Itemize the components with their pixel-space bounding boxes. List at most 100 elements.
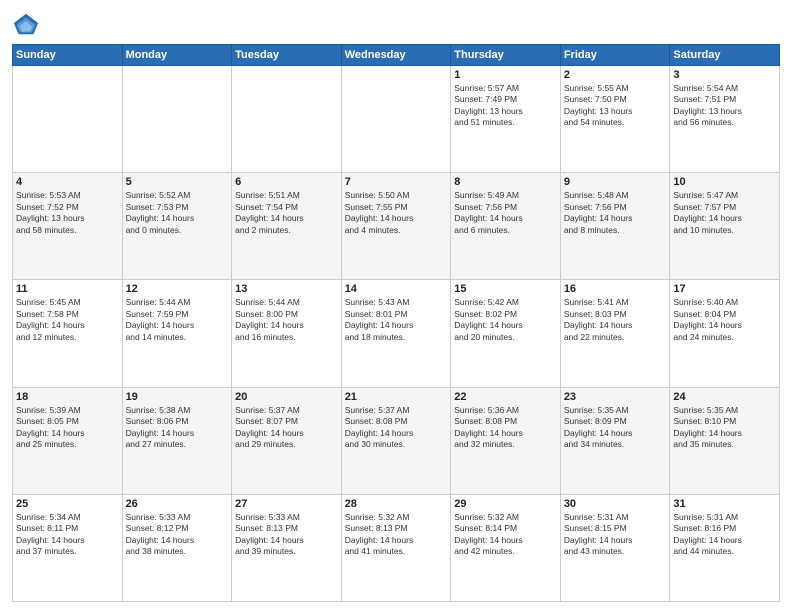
weekday-header-thursday: Thursday	[451, 45, 561, 66]
day-info: Sunrise: 5:42 AM Sunset: 8:02 PM Dayligh…	[454, 297, 557, 343]
day-number: 25	[16, 498, 119, 510]
day-number: 28	[345, 498, 448, 510]
day-number: 20	[235, 391, 338, 403]
day-info: Sunrise: 5:32 AM Sunset: 8:14 PM Dayligh…	[454, 512, 557, 558]
calendar-cell: 5 Sunrise: 5:52 AM Sunset: 7:53 PM Daylig…	[122, 173, 232, 280]
day-info: Sunrise: 5:45 AM Sunset: 7:58 PM Dayligh…	[16, 297, 119, 343]
calendar-cell: 15 Sunrise: 5:42 AM Sunset: 8:02 PM Dayli…	[451, 280, 561, 387]
calendar-cell: 3 Sunrise: 5:54 AM Sunset: 7:51 PM Daylig…	[670, 66, 780, 173]
day-number: 11	[16, 283, 119, 295]
calendar-cell	[341, 66, 451, 173]
day-number: 22	[454, 391, 557, 403]
calendar-cell: 26 Sunrise: 5:33 AM Sunset: 8:12 PM Dayli…	[122, 494, 232, 601]
day-info: Sunrise: 5:53 AM Sunset: 7:52 PM Dayligh…	[16, 190, 119, 236]
day-info: Sunrise: 5:57 AM Sunset: 7:49 PM Dayligh…	[454, 83, 557, 129]
logo-icon	[12, 10, 40, 38]
calendar-cell	[13, 66, 123, 173]
day-info: Sunrise: 5:54 AM Sunset: 7:51 PM Dayligh…	[673, 83, 776, 129]
day-info: Sunrise: 5:51 AM Sunset: 7:54 PM Dayligh…	[235, 190, 338, 236]
day-info: Sunrise: 5:35 AM Sunset: 8:10 PM Dayligh…	[673, 405, 776, 451]
weekday-header-wednesday: Wednesday	[341, 45, 451, 66]
calendar-cell: 28 Sunrise: 5:32 AM Sunset: 8:13 PM Dayli…	[341, 494, 451, 601]
day-number: 30	[564, 498, 667, 510]
day-info: Sunrise: 5:33 AM Sunset: 8:13 PM Dayligh…	[235, 512, 338, 558]
day-info: Sunrise: 5:50 AM Sunset: 7:55 PM Dayligh…	[345, 190, 448, 236]
weekday-header-monday: Monday	[122, 45, 232, 66]
day-info: Sunrise: 5:55 AM Sunset: 7:50 PM Dayligh…	[564, 83, 667, 129]
day-number: 7	[345, 176, 448, 188]
calendar-cell: 10Sunrise: 5:47 AM Sunset: 7:57 PM Dayli…	[670, 173, 780, 280]
calendar-cell: 2 Sunrise: 5:55 AM Sunset: 7:50 PM Daylig…	[560, 66, 670, 173]
calendar-row-3: 11 Sunrise: 5:45 AM Sunset: 7:58 PM Dayli…	[13, 280, 780, 387]
calendar-cell: 18 Sunrise: 5:39 AM Sunset: 8:05 PM Dayli…	[13, 387, 123, 494]
day-info: Sunrise: 5:39 AM Sunset: 8:05 PM Dayligh…	[16, 405, 119, 451]
day-info: Sunrise: 5:44 AM Sunset: 8:00 PM Dayligh…	[235, 297, 338, 343]
day-number: 19	[126, 391, 229, 403]
day-info: Sunrise: 5:35 AM Sunset: 8:09 PM Dayligh…	[564, 405, 667, 451]
calendar-cell	[232, 66, 342, 173]
calendar-cell: 13 Sunrise: 5:44 AM Sunset: 8:00 PM Dayli…	[232, 280, 342, 387]
calendar-cell: 7 Sunrise: 5:50 AM Sunset: 7:55 PM Daylig…	[341, 173, 451, 280]
weekday-header-saturday: Saturday	[670, 45, 780, 66]
day-number: 12	[126, 283, 229, 295]
day-number: 2	[564, 69, 667, 81]
calendar-cell: 25 Sunrise: 5:34 AM Sunset: 8:11 PM Dayli…	[13, 494, 123, 601]
day-number: 9	[564, 176, 667, 188]
day-number: 14	[345, 283, 448, 295]
day-number: 26	[126, 498, 229, 510]
day-number: 10	[673, 176, 776, 188]
day-info: Sunrise: 5:34 AM Sunset: 8:11 PM Dayligh…	[16, 512, 119, 558]
calendar-cell: 14 Sunrise: 5:43 AM Sunset: 8:01 PM Dayli…	[341, 280, 451, 387]
calendar-cell: 9 Sunrise: 5:48 AM Sunset: 7:56 PM Daylig…	[560, 173, 670, 280]
calendar-cell: 27 Sunrise: 5:33 AM Sunset: 8:13 PM Dayli…	[232, 494, 342, 601]
day-info: Sunrise: 5:40 AM Sunset: 8:04 PM Dayligh…	[673, 297, 776, 343]
day-number: 21	[345, 391, 448, 403]
calendar-cell: 29Sunrise: 5:32 AM Sunset: 8:14 PM Dayli…	[451, 494, 561, 601]
weekday-header-tuesday: Tuesday	[232, 45, 342, 66]
calendar-cell: 1 Sunrise: 5:57 AM Sunset: 7:49 PM Daylig…	[451, 66, 561, 173]
calendar-cell: 22 Sunrise: 5:36 AM Sunset: 8:08 PM Dayli…	[451, 387, 561, 494]
day-info: Sunrise: 5:48 AM Sunset: 7:56 PM Dayligh…	[564, 190, 667, 236]
weekday-header-row: SundayMondayTuesdayWednesdayThursdayFrid…	[13, 45, 780, 66]
calendar-cell: 12Sunrise: 5:44 AM Sunset: 7:59 PM Dayli…	[122, 280, 232, 387]
day-number: 5	[126, 176, 229, 188]
day-number: 6	[235, 176, 338, 188]
day-number: 15	[454, 283, 557, 295]
day-number: 24	[673, 391, 776, 403]
day-info: Sunrise: 5:32 AM Sunset: 8:13 PM Dayligh…	[345, 512, 448, 558]
calendar-cell: 20 Sunrise: 5:37 AM Sunset: 8:07 PM Dayli…	[232, 387, 342, 494]
calendar-cell: 24 Sunrise: 5:35 AM Sunset: 8:10 PM Dayli…	[670, 387, 780, 494]
day-number: 3	[673, 69, 776, 81]
weekday-header-sunday: Sunday	[13, 45, 123, 66]
day-number: 8	[454, 176, 557, 188]
day-info: Sunrise: 5:31 AM Sunset: 8:16 PM Dayligh…	[673, 512, 776, 558]
calendar-cell: 31Sunrise: 5:31 AM Sunset: 8:16 PM Dayli…	[670, 494, 780, 601]
day-info: Sunrise: 5:49 AM Sunset: 7:56 PM Dayligh…	[454, 190, 557, 236]
day-info: Sunrise: 5:37 AM Sunset: 8:07 PM Dayligh…	[235, 405, 338, 451]
day-number: 1	[454, 69, 557, 81]
calendar-cell: 23 Sunrise: 5:35 AM Sunset: 8:09 PM Dayli…	[560, 387, 670, 494]
day-info: Sunrise: 5:37 AM Sunset: 8:08 PM Dayligh…	[345, 405, 448, 451]
day-info: Sunrise: 5:36 AM Sunset: 8:08 PM Dayligh…	[454, 405, 557, 451]
calendar-cell: 30Sunrise: 5:31 AM Sunset: 8:15 PM Dayli…	[560, 494, 670, 601]
day-number: 23	[564, 391, 667, 403]
calendar-row-5: 25 Sunrise: 5:34 AM Sunset: 8:11 PM Dayli…	[13, 494, 780, 601]
day-number: 4	[16, 176, 119, 188]
day-number: 27	[235, 498, 338, 510]
calendar-cell: 21 Sunrise: 5:37 AM Sunset: 8:08 PM Dayli…	[341, 387, 451, 494]
calendar-cell	[122, 66, 232, 173]
day-number: 13	[235, 283, 338, 295]
day-info: Sunrise: 5:43 AM Sunset: 8:01 PM Dayligh…	[345, 297, 448, 343]
day-info: Sunrise: 5:38 AM Sunset: 8:06 PM Dayligh…	[126, 405, 229, 451]
day-info: Sunrise: 5:33 AM Sunset: 8:12 PM Dayligh…	[126, 512, 229, 558]
day-info: Sunrise: 5:41 AM Sunset: 8:03 PM Dayligh…	[564, 297, 667, 343]
day-number: 17	[673, 283, 776, 295]
logo	[12, 10, 44, 38]
calendar-cell: 4 Sunrise: 5:53 AM Sunset: 7:52 PM Daylig…	[13, 173, 123, 280]
day-info: Sunrise: 5:52 AM Sunset: 7:53 PM Dayligh…	[126, 190, 229, 236]
day-number: 18	[16, 391, 119, 403]
calendar-cell: 8 Sunrise: 5:49 AM Sunset: 7:56 PM Daylig…	[451, 173, 561, 280]
calendar-cell: 16Sunrise: 5:41 AM Sunset: 8:03 PM Dayli…	[560, 280, 670, 387]
calendar-row-2: 4 Sunrise: 5:53 AM Sunset: 7:52 PM Daylig…	[13, 173, 780, 280]
calendar-cell: 17 Sunrise: 5:40 AM Sunset: 8:04 PM Dayli…	[670, 280, 780, 387]
